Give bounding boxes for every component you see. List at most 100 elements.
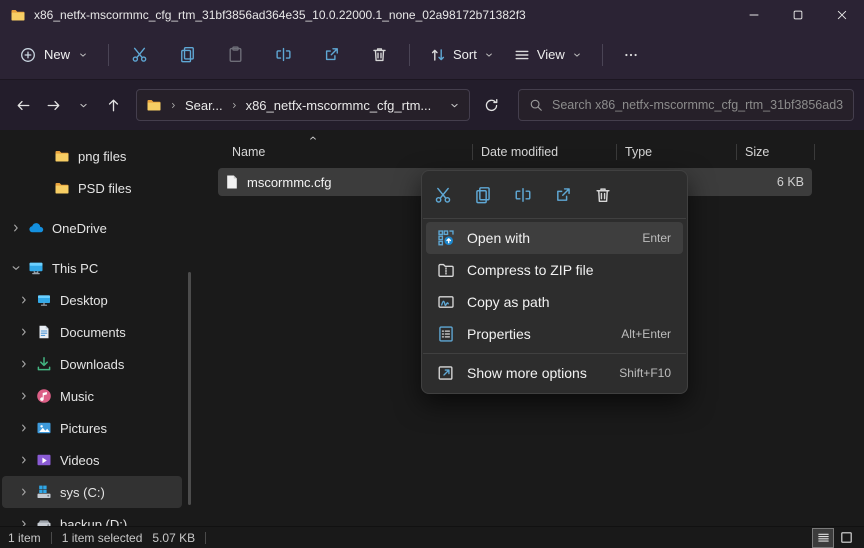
copy-icon bbox=[179, 46, 196, 63]
address-dropdown-icon[interactable] bbox=[449, 100, 460, 111]
navigation-bar: Sear... x86_netfx-mscormmc_cfg_rtm... bbox=[0, 80, 864, 130]
toolbar-divider bbox=[409, 43, 411, 66]
chevron-right-icon[interactable] bbox=[18, 518, 30, 526]
menu-item-properties[interactable]: Properties Alt+Enter bbox=[426, 318, 683, 350]
sidebar-item-desktop[interactable]: Desktop bbox=[2, 284, 182, 316]
rename-icon bbox=[275, 46, 292, 63]
chevron-right-icon[interactable] bbox=[18, 454, 30, 466]
sidebar-item-label: Desktop bbox=[60, 292, 108, 308]
back-button[interactable] bbox=[8, 90, 38, 120]
chevron-right-icon[interactable] bbox=[18, 326, 30, 338]
folder-icon bbox=[54, 180, 70, 196]
new-button-label: New bbox=[44, 47, 71, 62]
file-explorer-window: x86_netfx-mscormmc_cfg_rtm_31bf3856ad364… bbox=[0, 0, 864, 548]
context-rename-button[interactable] bbox=[503, 177, 543, 213]
forward-button[interactable] bbox=[38, 90, 68, 120]
sidebar-item-this-pc[interactable]: This PC bbox=[2, 252, 182, 284]
menu-item-label: Copy as path bbox=[467, 294, 550, 310]
sidebar-item-videos[interactable]: Videos bbox=[2, 444, 182, 476]
menu-item-show-more-options[interactable]: Show more options Shift+F10 bbox=[426, 357, 683, 389]
cut-button[interactable] bbox=[119, 38, 159, 72]
status-separator bbox=[205, 531, 207, 544]
search-icon bbox=[529, 98, 543, 112]
chevron-down-icon bbox=[78, 100, 89, 111]
chevron-right-icon[interactable] bbox=[18, 390, 30, 402]
music-icon bbox=[36, 388, 52, 404]
details-view-button[interactable] bbox=[812, 527, 834, 548]
address-bar[interactable]: Sear... x86_netfx-mscormmc_cfg_rtm... bbox=[136, 89, 470, 121]
sidebar-item-backup-d[interactable]: backup (D:) bbox=[2, 508, 182, 526]
chevron-down-icon bbox=[78, 50, 88, 60]
sidebar-item-music[interactable]: Music bbox=[2, 380, 182, 412]
sidebar-item-onedrive[interactable]: OneDrive bbox=[2, 212, 182, 244]
sort-button[interactable]: Sort bbox=[420, 38, 504, 72]
minimize-button[interactable] bbox=[732, 0, 776, 30]
refresh-icon bbox=[484, 98, 499, 113]
up-button[interactable] bbox=[98, 90, 128, 120]
sidebar-item-downloads[interactable]: Downloads bbox=[2, 348, 182, 380]
sidebar-item-label: Videos bbox=[60, 452, 100, 468]
context-delete-button[interactable] bbox=[583, 177, 623, 213]
context-menu-quick-actions bbox=[422, 175, 687, 215]
sidebar-item-pictures[interactable]: Pictures bbox=[2, 412, 182, 444]
chevron-right-icon[interactable] bbox=[18, 358, 30, 370]
large-icons-view-button[interactable] bbox=[836, 529, 856, 547]
sidebar-item-psd-files[interactable]: PSD files bbox=[2, 172, 182, 204]
file-name: mscormmc.cfg bbox=[247, 174, 332, 190]
recent-locations-button[interactable] bbox=[68, 90, 98, 120]
sidebar-item-sys-c[interactable]: sys (C:) bbox=[2, 476, 182, 508]
more-options-button[interactable] bbox=[613, 38, 649, 72]
chevron-down-icon[interactable] bbox=[10, 262, 22, 274]
search-input[interactable] bbox=[552, 98, 843, 112]
drive-icon bbox=[36, 516, 52, 526]
column-header-size[interactable]: Size bbox=[737, 140, 814, 164]
new-button[interactable]: New bbox=[10, 38, 98, 72]
menu-item-open-with[interactable]: Open with Enter bbox=[426, 222, 683, 254]
copy-path-icon bbox=[437, 293, 455, 311]
rename-button[interactable] bbox=[263, 38, 303, 72]
chevron-down-icon bbox=[484, 50, 494, 60]
maximize-icon bbox=[791, 8, 805, 22]
maximize-button[interactable] bbox=[776, 0, 820, 30]
documents-icon bbox=[36, 324, 52, 340]
folder-icon bbox=[54, 148, 70, 164]
minimize-icon bbox=[747, 8, 761, 22]
chevron-right-icon[interactable] bbox=[18, 422, 30, 434]
column-header-date-modified[interactable]: Date modified bbox=[473, 140, 616, 164]
properties-icon bbox=[437, 325, 455, 343]
sidebar-item-label: Pictures bbox=[60, 420, 107, 436]
chevron-right-icon[interactable] bbox=[18, 486, 30, 498]
selection-size: 5.07 KB bbox=[152, 530, 196, 545]
close-button[interactable] bbox=[820, 0, 864, 30]
breadcrumb-item-x86-netfx-mscormmc-cfg-rtm[interactable]: x86_netfx-mscormmc_cfg_rtm... bbox=[246, 98, 432, 113]
window-controls bbox=[732, 0, 864, 30]
refresh-button[interactable] bbox=[476, 90, 506, 120]
status-bar: 1 item 1 item selected 5.07 KB bbox=[0, 526, 864, 548]
view-button[interactable]: View bbox=[504, 38, 592, 72]
menu-item-copy-as-path[interactable]: Copy as path bbox=[426, 286, 683, 318]
column-header-type[interactable]: Type bbox=[617, 140, 736, 164]
menu-item-label: Properties bbox=[467, 326, 531, 342]
delete-button[interactable] bbox=[359, 38, 399, 72]
column-headers: Name Date modified Type Size bbox=[200, 136, 816, 164]
column-header-name[interactable]: Name bbox=[200, 136, 472, 164]
share-button[interactable] bbox=[311, 38, 351, 72]
sort-button-label: Sort bbox=[453, 47, 477, 62]
chevron-right-icon[interactable] bbox=[10, 222, 22, 234]
menu-item-label: Show more options bbox=[467, 365, 587, 381]
sidebar-item-documents[interactable]: Documents bbox=[2, 316, 182, 348]
sidebar-scrollbar[interactable] bbox=[188, 272, 191, 505]
copy-button[interactable] bbox=[167, 38, 207, 72]
toolbar-actions bbox=[119, 38, 399, 72]
context-cut-button[interactable] bbox=[423, 177, 463, 213]
menu-item-compress-to-zip-file[interactable]: Compress to ZIP file bbox=[426, 254, 683, 286]
context-menu: Open with Enter Compress to ZIP file Copy a… bbox=[421, 170, 688, 394]
context-copy-button[interactable] bbox=[463, 177, 503, 213]
chevron-right-icon[interactable] bbox=[18, 294, 30, 306]
column-divider[interactable] bbox=[814, 144, 815, 160]
context-share-button[interactable] bbox=[543, 177, 583, 213]
paste-button[interactable] bbox=[215, 38, 255, 72]
breadcrumb-item-sear[interactable]: Sear... bbox=[185, 98, 223, 113]
up-icon bbox=[106, 98, 121, 113]
sidebar-item-png-files[interactable]: png files bbox=[2, 140, 182, 172]
